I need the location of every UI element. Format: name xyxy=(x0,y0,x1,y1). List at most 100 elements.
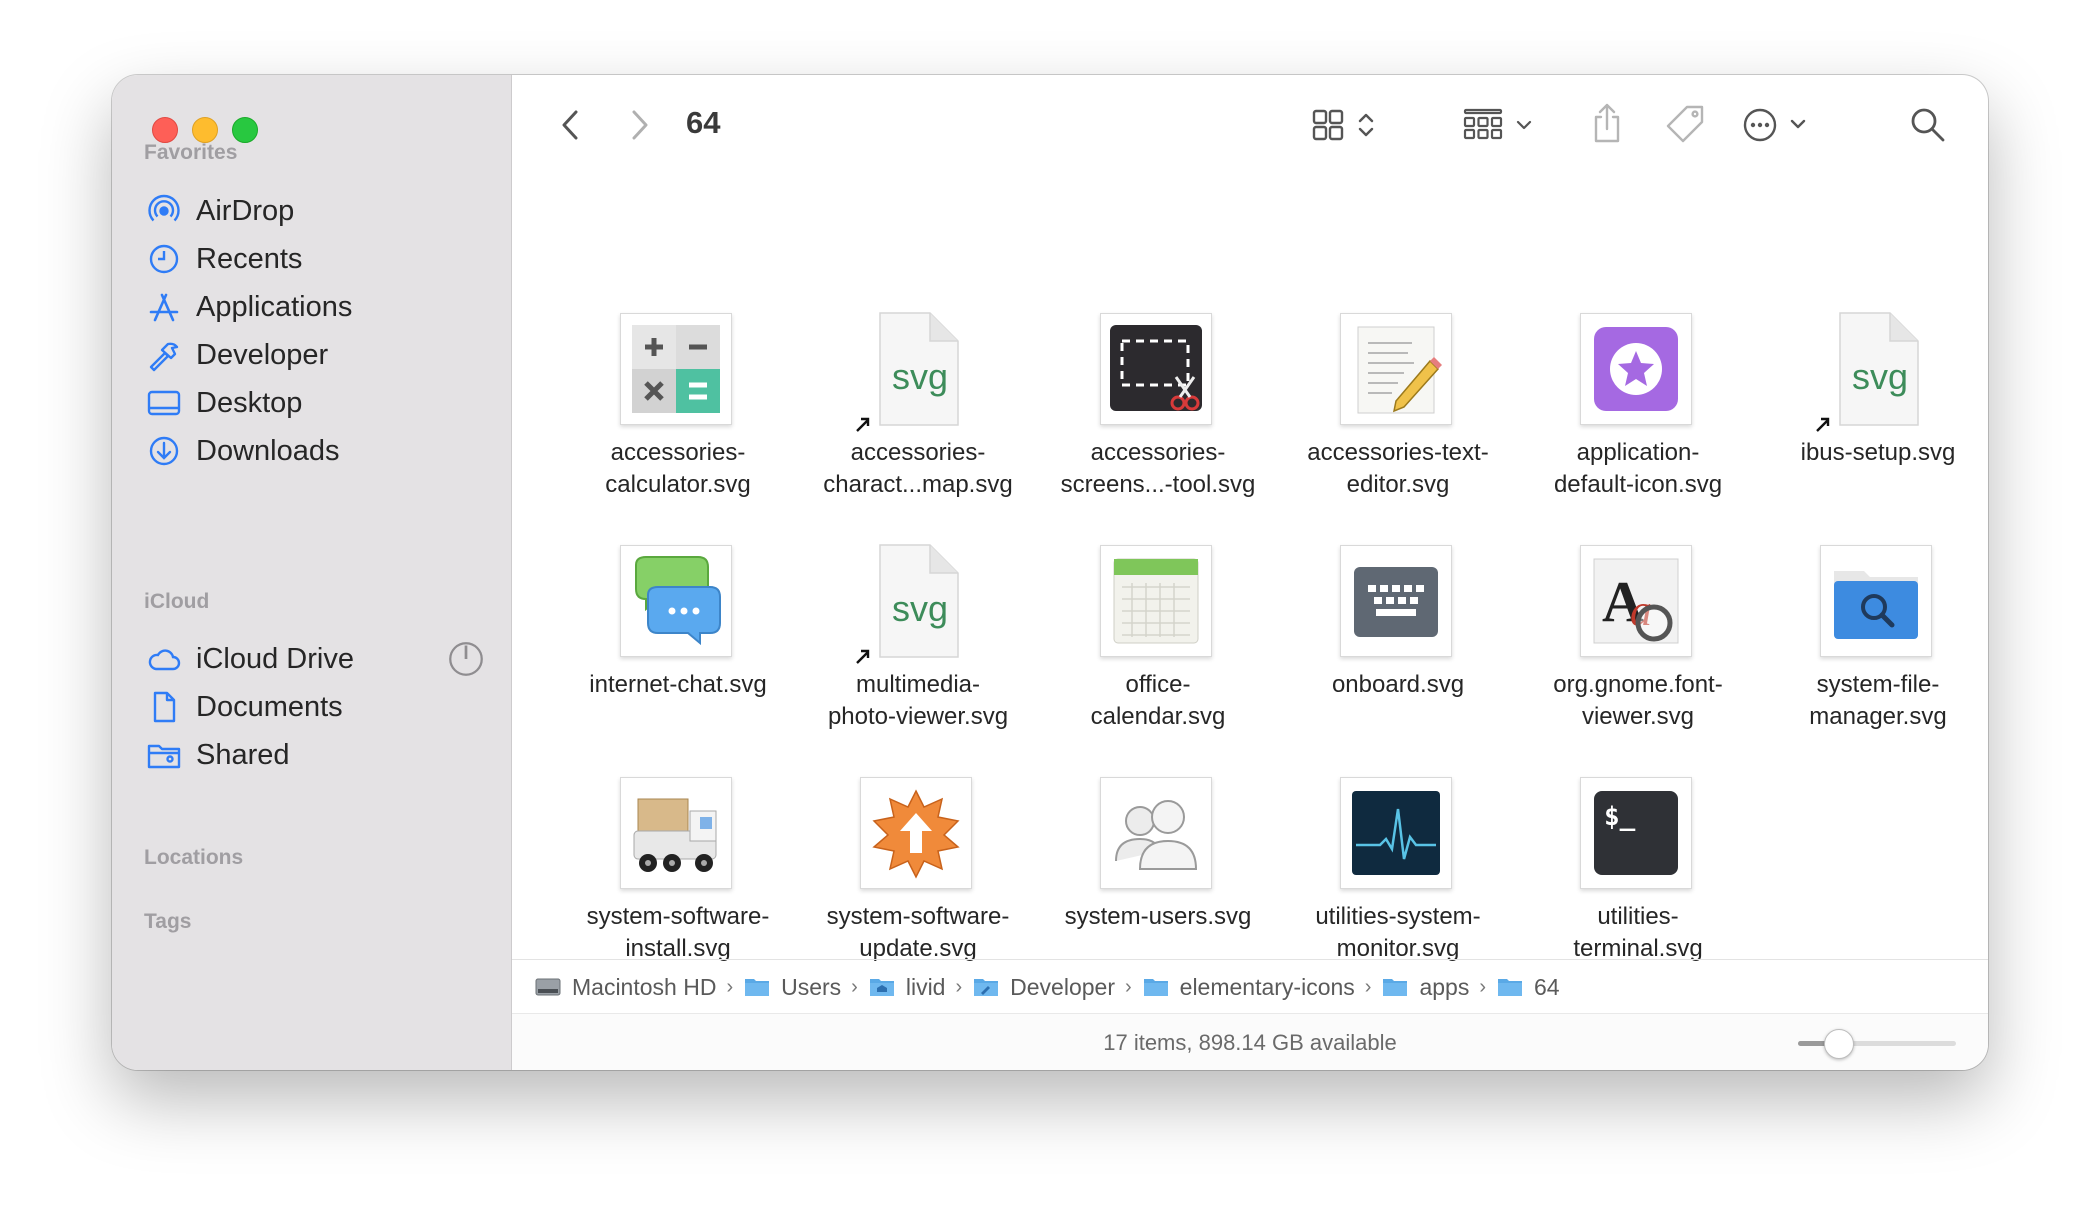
finder-window: Favorites AirDrop Recents Applications D… xyxy=(112,75,1988,1070)
calendar-icon xyxy=(1113,558,1199,644)
sidebar-item-desktop[interactable]: Desktop xyxy=(146,380,486,426)
clock-icon xyxy=(149,244,179,274)
file-name: multimedia-photo-viewer.svg xyxy=(827,671,1009,730)
favorites-section-label: Favorites xyxy=(144,141,238,164)
applications-icon xyxy=(149,293,179,322)
file-name: ibus-setup.svg xyxy=(1800,439,1956,466)
path-item-apps[interactable]: apps xyxy=(1381,974,1469,1001)
sidebar-item-label: iCloud Drive xyxy=(196,642,354,675)
status-bar: 17 items, 898.14 GB available xyxy=(512,1013,1988,1070)
path-separator: › xyxy=(1124,975,1132,998)
file-name: accessories-screens...-tool.svg xyxy=(1060,439,1256,498)
file-name: office-calendar.svg xyxy=(1090,671,1226,730)
path-separator: › xyxy=(851,975,858,998)
hard-drive-icon xyxy=(535,978,561,996)
sidebar-item-label: Developer xyxy=(196,338,329,371)
file-name: onboard.svg xyxy=(1331,671,1465,698)
ellipsis-circle-icon xyxy=(1743,108,1806,142)
airdrop-icon xyxy=(148,194,180,222)
sidebar-item-shared[interactable]: Shared xyxy=(146,732,486,778)
path-bar: Macintosh HD › Users › livid › Developer… xyxy=(512,959,1988,1014)
path-item-macintosh-hd[interactable]: Macintosh HD xyxy=(534,974,716,1001)
file-name: accessories-charact...map.svg xyxy=(823,439,1013,498)
sidebar-item-documents[interactable]: Documents xyxy=(146,684,486,730)
system-monitor-icon xyxy=(1352,791,1440,875)
svg-file-icon: svg xyxy=(879,312,959,426)
minimize-button[interactable] xyxy=(192,117,218,143)
window-title: 64 xyxy=(686,105,721,140)
folder-icon xyxy=(1383,979,1408,996)
path-separator: › xyxy=(1364,975,1372,998)
sidebar-item-label: Documents xyxy=(196,690,343,723)
alias-arrow-icon xyxy=(1816,417,1830,432)
file-name: utilities-system-monitor.svg xyxy=(1315,903,1481,962)
folder-icon xyxy=(745,979,770,996)
sidebar-item-label: Desktop xyxy=(196,386,303,419)
svg-text:$_: $_ xyxy=(1604,802,1636,832)
cloud-icon xyxy=(148,649,181,671)
desktop-icon xyxy=(147,390,181,416)
sidebar-item-downloads[interactable]: Downloads xyxy=(146,428,486,474)
sidebar: Favorites AirDrop Recents Applications D… xyxy=(112,75,512,1070)
sidebar-item-label: AirDrop xyxy=(196,194,295,227)
file-name: utilities-terminal.svg xyxy=(1573,903,1703,962)
font-viewer-icon: A a xyxy=(1593,558,1679,644)
path-separator: › xyxy=(955,975,963,998)
sidebar-item-airdrop[interactable]: AirDrop xyxy=(146,188,486,234)
calculator-icon xyxy=(632,325,720,413)
sidebar-item-recents[interactable]: Recents xyxy=(146,236,486,282)
slider-knob[interactable] xyxy=(1824,1029,1854,1059)
path-item-users[interactable]: Users xyxy=(743,974,841,1001)
folder-icon xyxy=(1143,979,1168,996)
svg-text:svg: svg xyxy=(1852,356,1908,397)
forward-button[interactable] xyxy=(622,105,658,145)
group-button[interactable] xyxy=(1462,103,1538,147)
path-item-livid[interactable]: livid xyxy=(868,974,945,1001)
chat-icon xyxy=(635,556,721,646)
share-button[interactable] xyxy=(1587,99,1627,147)
screenshot-tool-icon xyxy=(1110,325,1202,411)
search-button[interactable] xyxy=(1906,101,1950,149)
share-icon xyxy=(1594,103,1620,143)
close-button[interactable] xyxy=(152,117,178,143)
alias-arrow-icon xyxy=(856,417,870,432)
software-install-icon xyxy=(633,798,717,872)
path-item-elementary-icons[interactable]: elementary-icons xyxy=(1142,974,1355,1001)
sidebar-item-icloud-drive[interactable]: iCloud Drive xyxy=(146,636,486,682)
file-name: accessories-calculator.svg xyxy=(605,439,751,498)
sidebar-item-label: Downloads xyxy=(196,434,340,467)
icloud-section-label: iCloud xyxy=(144,590,210,613)
path-item-64[interactable]: 64 xyxy=(1496,974,1560,1001)
zoom-button[interactable] xyxy=(232,117,258,143)
folder-icon xyxy=(974,979,999,996)
users-icon xyxy=(1115,800,1198,870)
alias-arrow-icon xyxy=(856,649,870,664)
tags-section-label[interactable]: Tags xyxy=(144,910,191,934)
chevron-right-icon xyxy=(632,110,648,140)
sidebar-item-applications[interactable]: Applications xyxy=(146,284,486,330)
file-name: system-users.svg xyxy=(1064,903,1252,930)
back-button[interactable] xyxy=(552,105,588,145)
file-name: system-file-manager.svg xyxy=(1809,671,1947,730)
view-mode-button[interactable] xyxy=(1310,103,1382,147)
file-manager-icon xyxy=(1834,571,1918,639)
file-name: system-software-install.svg xyxy=(586,903,770,962)
icon-size-slider[interactable] xyxy=(1798,1029,1956,1059)
shared-folder-icon xyxy=(147,744,181,769)
tags-button[interactable] xyxy=(1664,99,1708,147)
file-name: internet-chat.svg xyxy=(589,671,767,698)
text-editor-icon xyxy=(1357,326,1442,414)
sidebar-item-developer[interactable]: Developer xyxy=(146,332,486,378)
locations-section-label[interactable]: Locations xyxy=(144,846,243,870)
toolbar: 64 xyxy=(512,75,1988,175)
sidebar-item-label: Shared xyxy=(196,738,290,771)
status-text: 17 items, 898.14 GB available xyxy=(1103,1030,1397,1055)
search-icon xyxy=(1911,108,1945,142)
action-menu-button[interactable] xyxy=(1740,101,1816,149)
hammer-icon xyxy=(149,342,179,372)
path-separator: › xyxy=(726,975,734,998)
file-name: accessories-text-editor.svg xyxy=(1307,439,1489,498)
sidebar-item-label: Recents xyxy=(196,242,303,275)
file-name: application-default-icon.svg xyxy=(1553,439,1723,498)
path-item-developer[interactable]: Developer xyxy=(972,974,1115,1001)
